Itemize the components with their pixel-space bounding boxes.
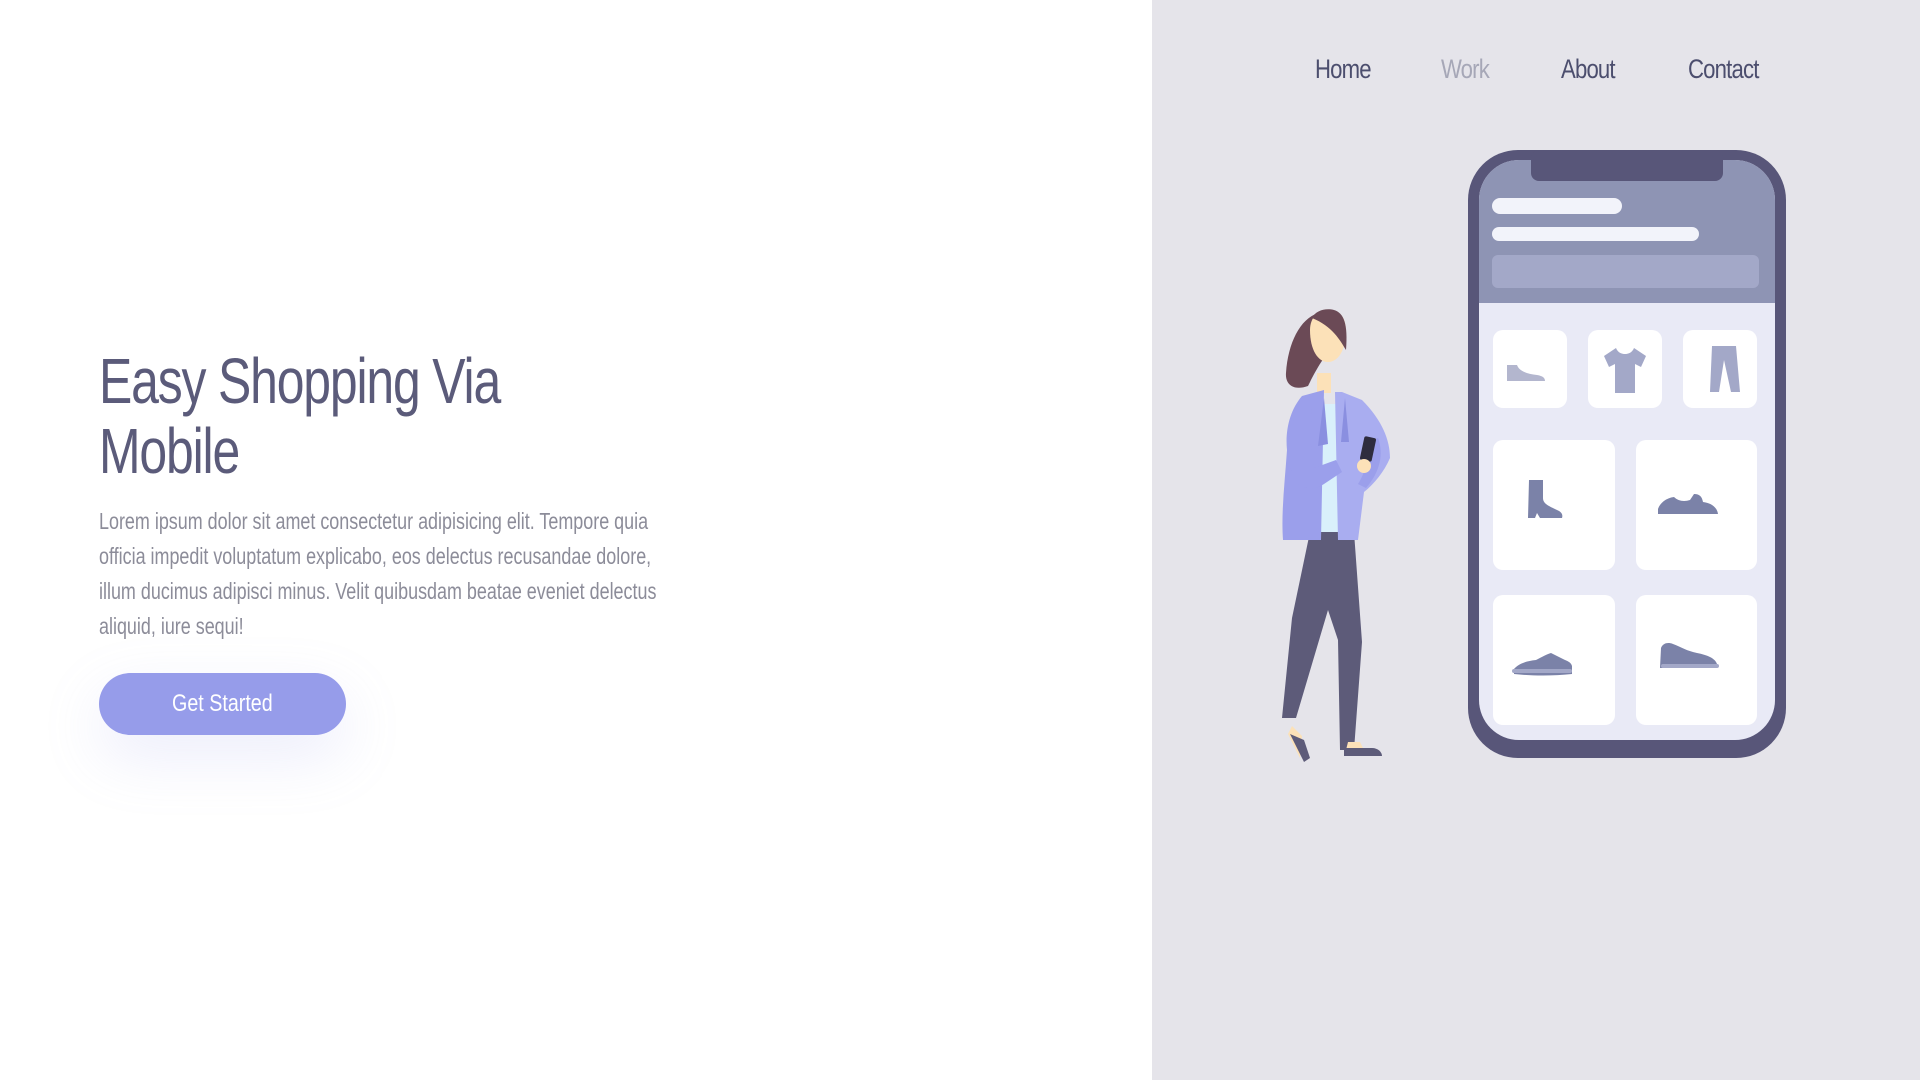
hero-title-line1: Easy Shopping Via <box>99 345 501 417</box>
phone-illustration <box>1468 150 1786 758</box>
hero-description: Lorem ipsum dolor sit amet consectetur a… <box>99 508 657 639</box>
get-started-button[interactable]: Get Started <box>99 673 346 735</box>
hero-title: Easy Shopping Via Mobile <box>99 346 536 486</box>
hero-title-line2: Mobile <box>99 415 240 487</box>
hero-section: Easy Shopping Via Mobile Lorem ipsum dol… <box>99 346 699 644</box>
landing-page: Easy Shopping Via Mobile Lorem ipsum dol… <box>0 0 1920 1080</box>
woman-illustration <box>1282 309 1390 762</box>
illustration-panel: Home Work About Contact <box>1152 0 1920 1080</box>
get-started-label: Get Started <box>172 690 273 717</box>
shopping-illustration <box>1282 150 1786 762</box>
